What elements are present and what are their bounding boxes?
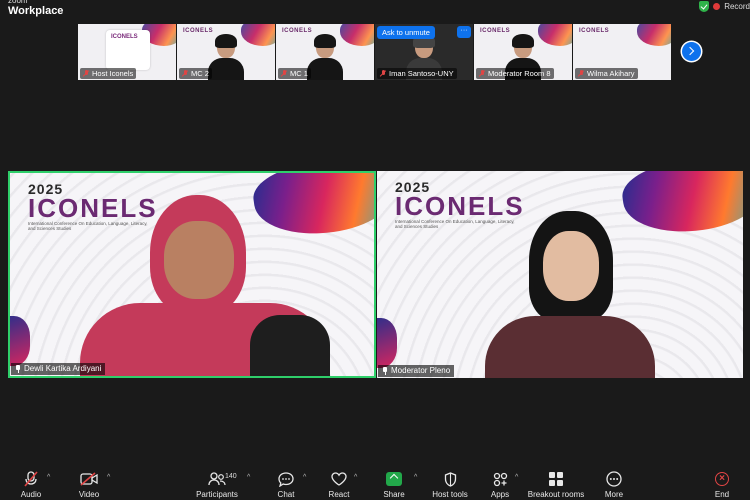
more-options-icon[interactable]: ··· — [457, 26, 471, 38]
thumbnail-label: MC 2 — [179, 68, 212, 79]
host-tools-button[interactable]: Host tools — [422, 471, 478, 499]
thumbnail-label: MC 1 — [278, 68, 311, 79]
more-icon — [606, 471, 622, 487]
mic-muted-icon — [479, 70, 485, 77]
participant-name: Dewli Kartika Ardiyani — [24, 364, 102, 373]
share-label: Share — [383, 490, 405, 499]
background-swirl — [241, 24, 275, 46]
participant-name: Wilma Akihary — [587, 69, 635, 78]
app-brand: zoom Workplace — [8, 0, 63, 17]
share-screen-icon — [386, 472, 402, 486]
mic-muted-icon — [182, 70, 188, 77]
apps-button[interactable]: Apps — [472, 471, 528, 499]
next-page-button[interactable] — [682, 42, 701, 61]
mic-muted-icon — [24, 471, 38, 487]
apps-icon — [493, 472, 507, 486]
video-label: Video — [78, 490, 100, 499]
ask-to-unmute-button[interactable]: Ask to unmute — [377, 26, 435, 39]
chat-options-chevron-icon[interactable]: ^ — [303, 474, 306, 481]
participant-video — [80, 195, 330, 376]
participant-video — [208, 34, 244, 80]
video-options-chevron-icon[interactable]: ^ — [107, 474, 110, 481]
chat-icon — [278, 471, 294, 487]
background-swirl — [538, 24, 572, 46]
heart-icon — [331, 472, 347, 486]
brand-main: Workplace — [8, 5, 64, 17]
mic-muted-icon — [281, 70, 287, 77]
breakout-rooms-label: Breakout rooms — [527, 490, 585, 499]
thumbnail-tile[interactable]: ICONELS Moderator Room 8 — [474, 24, 572, 80]
thumbnail-label: Iman Santoso-UNY — [377, 68, 457, 79]
thumbnail-label: Wilma Akihary — [575, 68, 638, 79]
react-label: React — [328, 490, 350, 499]
record-icon — [713, 3, 721, 10]
participants-label: Participants — [196, 490, 238, 499]
video-tile-active-speaker[interactable]: 2025 ICONELS International Conference On… — [8, 171, 376, 378]
end-label: End — [714, 490, 730, 499]
participants-button[interactable]: 140 Participants — [189, 471, 245, 499]
thumbnail-label: Moderator Room 8 — [476, 68, 554, 79]
meeting-toolbar: Audio ^ Video ^ 140 Participants ^ Chat … — [0, 466, 750, 500]
apps-options-chevron-icon[interactable]: ^ — [515, 474, 518, 481]
share-options-chevron-icon[interactable]: ^ — [414, 474, 417, 481]
more-button[interactable]: More — [586, 471, 642, 499]
shield-icon — [699, 1, 710, 12]
participant-name: Host Iconels — [92, 69, 134, 78]
recording-indicator[interactable]: Record — [699, 1, 750, 12]
profile-logo: ICONELS — [111, 34, 138, 40]
background-swirl — [637, 24, 671, 46]
pin-icon — [382, 367, 388, 375]
participant-name: Moderator Pleno — [391, 366, 451, 375]
thumbnail-tile[interactable]: ICONELS Wilma Akihary — [573, 24, 671, 80]
video-off-icon — [80, 472, 98, 486]
mic-muted-icon — [83, 70, 89, 77]
participants-count: 140 — [225, 473, 237, 480]
participant-strip: ICONELS Host Iconels ICONELS MC 2 ICONEL… — [78, 24, 674, 80]
participant-video — [307, 34, 343, 80]
thumbnail-tile[interactable]: Ask to unmute ··· Iman Santoso-UNY — [375, 24, 473, 80]
title-bar: zoom Workplace Record — [0, 0, 750, 18]
audio-button[interactable]: Audio — [3, 471, 59, 499]
more-label: More — [604, 490, 624, 499]
profile-card: ICONELS — [106, 30, 150, 70]
participant-name: MC 2 — [191, 69, 209, 78]
mic-muted-icon — [578, 70, 584, 77]
breakout-rooms-icon — [549, 472, 563, 486]
host-tools-label: Host tools — [432, 490, 468, 499]
breakout-rooms-button[interactable]: Breakout rooms — [523, 471, 589, 499]
thumbnail-tile[interactable]: ICONELS MC 1 — [276, 24, 374, 80]
audio-label: Audio — [20, 490, 42, 499]
participant-name: Moderator Room 8 — [488, 69, 551, 78]
apps-label: Apps — [490, 490, 510, 499]
mic-muted-icon — [380, 70, 386, 77]
end-button[interactable]: × End — [694, 471, 750, 499]
participants-icon — [208, 472, 226, 486]
thumbnail-label: Host Iconels — [80, 68, 137, 79]
participant-name: Iman Santoso-UNY — [389, 69, 454, 78]
chat-label: Chat — [277, 490, 295, 499]
audio-options-chevron-icon[interactable]: ^ — [47, 474, 50, 481]
zoom-window: zoom Workplace Record ICONELS Host Icone… — [0, 0, 750, 500]
video-tile[interactable]: 2025 ICONELS International Conference On… — [377, 171, 743, 378]
record-label: Record — [724, 2, 750, 11]
mini-logo: ICONELS — [579, 28, 610, 34]
react-button[interactable]: React — [311, 471, 367, 499]
participant-nameplate: Moderator Pleno — [378, 365, 455, 377]
participant-nameplate: Dewli Kartika Ardiyani — [11, 363, 106, 375]
shield-icon — [444, 471, 456, 487]
participants-options-chevron-icon[interactable]: ^ — [247, 474, 250, 481]
close-icon: × — [715, 472, 729, 486]
background-swirl — [340, 24, 374, 46]
participant-name: MC 1 — [290, 69, 308, 78]
react-options-chevron-icon[interactable]: ^ — [354, 474, 357, 481]
thumbnail-tile[interactable]: ICONELS MC 2 — [177, 24, 275, 80]
pin-icon — [15, 365, 21, 373]
participant-video — [485, 211, 655, 378]
thumbnail-tile[interactable]: ICONELS Host Iconels — [78, 24, 176, 80]
